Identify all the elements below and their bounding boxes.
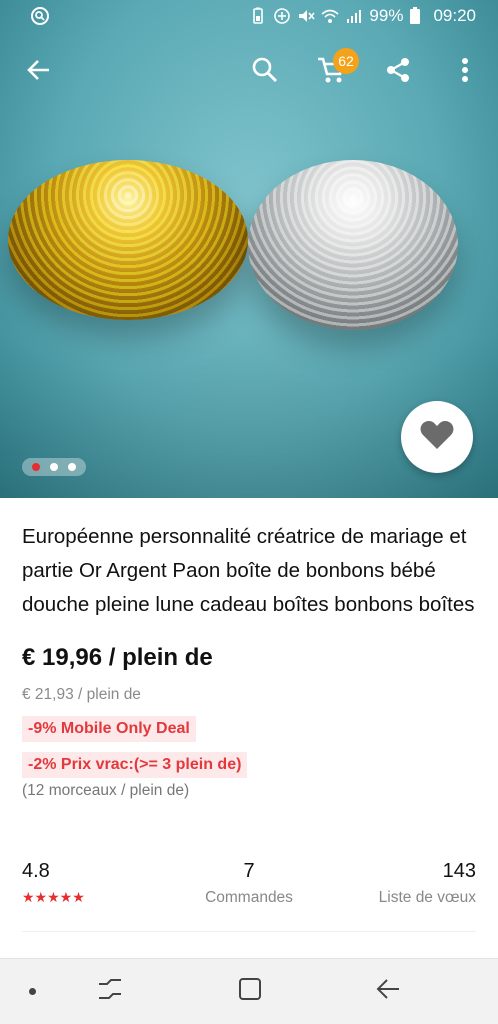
- system-navigation-bar: [0, 958, 498, 1024]
- gallery-page-indicator: [22, 458, 86, 476]
- recent-apps-button[interactable]: [92, 973, 128, 1009]
- search-button[interactable]: [243, 50, 287, 94]
- back-button[interactable]: [17, 50, 61, 94]
- home-icon: [238, 977, 262, 1006]
- product-toolbar: 62: [0, 44, 498, 100]
- gold-candy-box-image: [8, 160, 248, 320]
- wifi-icon: [321, 7, 339, 25]
- gallery-dot[interactable]: [50, 463, 58, 471]
- pieces-per-lot: (12 morceaux / plein de): [22, 782, 190, 799]
- heart-icon: [420, 420, 454, 455]
- more-options-button[interactable]: [443, 50, 487, 94]
- orders-label: Commandes: [205, 889, 293, 906]
- original-price: € 21,93 / plein de: [22, 686, 141, 703]
- mobile-deal-badge: -9% Mobile Only Deal: [22, 716, 196, 742]
- recent-apps-icon: [97, 977, 123, 1006]
- search-notification-icon: [30, 6, 50, 26]
- wishlist-stat[interactable]: 143 Liste de vœux: [379, 860, 476, 907]
- wishlist-label: Liste de vœux: [378, 889, 476, 906]
- data-saver-icon: [273, 7, 291, 25]
- wishlist-count: 143: [442, 860, 476, 882]
- wishlist-button[interactable]: [401, 401, 473, 473]
- product-details: Européenne personnalité créatrice de mar…: [22, 498, 478, 800]
- cart-count-badge: 62: [333, 48, 359, 74]
- battery-icon: [409, 7, 427, 25]
- star-rating-icon: ★★★★★: [22, 889, 85, 905]
- share-icon: [384, 56, 412, 89]
- nav-back-icon: [375, 977, 401, 1006]
- nav-back-button[interactable]: [370, 973, 406, 1009]
- nav-dot: [14, 973, 50, 1009]
- share-button[interactable]: [376, 50, 420, 94]
- rating-value: 4.8: [22, 860, 50, 882]
- product-stats: 4.8 ★★★★★ 7 Commandes 143 Liste de vœux: [22, 860, 476, 932]
- status-bar: 99% 09:20: [0, 0, 498, 34]
- product-price: € 19,96 / plein de: [22, 644, 213, 671]
- home-button[interactable]: [232, 973, 268, 1009]
- product-image-gallery[interactable]: 99% 09:20 62: [0, 0, 498, 498]
- gallery-dot-active[interactable]: [32, 463, 40, 471]
- search-icon: [251, 56, 279, 89]
- silver-candy-box-image: [248, 160, 458, 330]
- gallery-dot[interactable]: [68, 463, 76, 471]
- more-vert-icon: [461, 57, 469, 88]
- back-arrow-icon: [26, 57, 52, 88]
- signal-icon: [345, 7, 363, 25]
- cart-button[interactable]: 62: [309, 48, 359, 94]
- battery-saver-icon: [249, 7, 267, 25]
- orders-count: 7: [243, 860, 255, 882]
- mute-icon: [297, 7, 316, 25]
- battery-percent: 99%: [369, 6, 404, 25]
- clock: 09:20: [433, 6, 476, 25]
- orders-stat[interactable]: 7 Commandes: [202, 860, 296, 907]
- bulk-price-badge[interactable]: -2% Prix vrac:(>= 3 plein de): [22, 752, 248, 778]
- product-title: Européenne personnalité créatrice de mar…: [22, 525, 475, 616]
- rating-stat[interactable]: 4.8 ★★★★★: [22, 860, 85, 906]
